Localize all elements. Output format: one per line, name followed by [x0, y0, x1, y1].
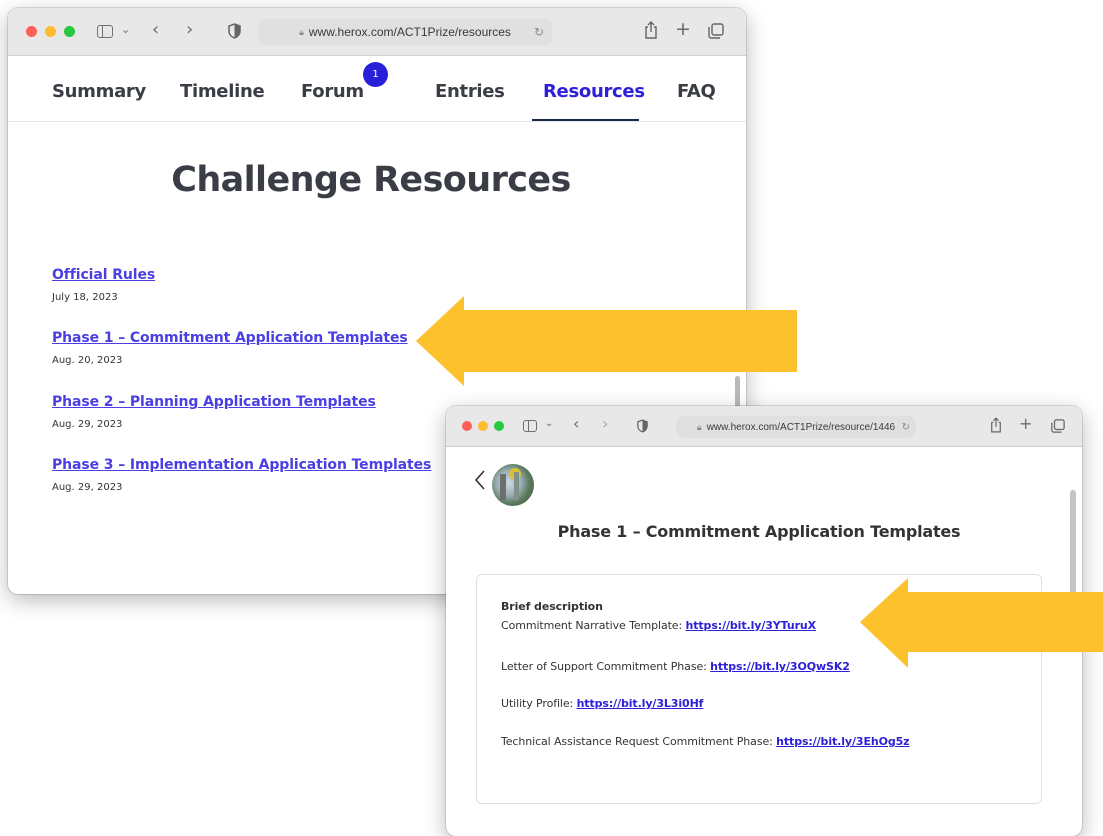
tab-timeline[interactable]: Timeline	[180, 81, 265, 102]
resource-item-link[interactable]: https://bit.ly/3YTuruX	[686, 619, 817, 632]
lock-icon: 🔒︎	[299, 26, 304, 37]
resource-item-label: Technical Assistance Request Commitment …	[501, 735, 773, 748]
minimize-window-button[interactable]	[478, 421, 488, 431]
browser-toolbar: ⌄ ‹ › 🔒︎ www.herox.com/ACT1Prize/resourc…	[8, 8, 746, 56]
tab-faq[interactable]: FAQ	[677, 81, 716, 102]
sidebar-icon[interactable]	[97, 25, 113, 38]
tab-resources[interactable]: Resources	[543, 81, 645, 102]
share-icon[interactable]	[644, 21, 658, 39]
resource-item-link[interactable]: https://bit.ly/3OQwSK2	[710, 660, 850, 673]
resource-link-phase-2[interactable]: Phase 2 – Planning Application Templates	[52, 394, 376, 410]
minimize-window-button[interactable]	[45, 26, 56, 37]
address-bar[interactable]: 🔒︎ www.herox.com/ACT1Prize/resource/1446…	[676, 416, 916, 438]
resource-item: Letter of Support Commitment Phase: http…	[501, 660, 850, 673]
challenge-avatar	[492, 464, 534, 506]
back-chevron-icon[interactable]	[472, 468, 488, 492]
lock-icon: 🔒︎	[696, 421, 702, 432]
resource-link-phase-1[interactable]: Phase 1 – Commitment Application Templat…	[52, 330, 408, 346]
resource-link-official-rules[interactable]: Official Rules	[52, 267, 155, 283]
resource-item: Commitment Narrative Template: https://b…	[501, 619, 816, 632]
shield-icon[interactable]	[228, 23, 241, 39]
resource-date: July 18, 2023	[52, 292, 118, 303]
zoom-window-button[interactable]	[494, 421, 504, 431]
chevron-down-icon[interactable]: ⌄	[545, 419, 553, 429]
forward-icon[interactable]: ›	[186, 21, 193, 39]
resource-date: Aug. 29, 2023	[52, 419, 123, 430]
chevron-down-icon[interactable]: ⌄	[121, 24, 130, 35]
tab-summary[interactable]: Summary	[52, 81, 146, 102]
highlight-arrow	[416, 296, 797, 386]
url-text: www.herox.com/ACT1Prize/resources	[308, 25, 511, 39]
close-window-button[interactable]	[462, 421, 472, 431]
close-window-button[interactable]	[26, 26, 37, 37]
reload-icon[interactable]: ↻	[902, 422, 910, 433]
share-icon[interactable]	[990, 417, 1002, 433]
forum-notification-badge: 1	[363, 62, 388, 87]
resource-item-label: Commitment Narrative Template:	[501, 619, 683, 632]
back-icon[interactable]: ‹	[573, 416, 579, 432]
resource-link-phase-3[interactable]: Phase 3 – Implementation Application Tem…	[52, 457, 431, 473]
resource-item-label: Utility Profile:	[501, 697, 574, 710]
url-text: www.herox.com/ACT1Prize/resource/1446	[706, 421, 896, 433]
back-icon[interactable]: ‹	[152, 21, 159, 39]
card-heading: Brief description	[501, 600, 603, 613]
resource-item-link[interactable]: https://bit.ly/3EhOg5z	[776, 735, 909, 748]
active-tab-indicator	[532, 119, 639, 121]
resource-title: Phase 1 – Commitment Application Templat…	[557, 522, 961, 541]
resource-item-link[interactable]: https://bit.ly/3L3i0Hf	[577, 697, 704, 710]
plus-icon[interactable]: +	[1019, 416, 1032, 432]
resource-item: Utility Profile: https://bit.ly/3L3i0Hf	[501, 697, 703, 710]
forward-icon[interactable]: ›	[602, 416, 608, 432]
zoom-window-button[interactable]	[64, 26, 75, 37]
address-bar[interactable]: 🔒︎ www.herox.com/ACT1Prize/resources ↻	[258, 19, 552, 45]
shield-icon[interactable]	[637, 419, 648, 433]
tabs-icon[interactable]	[1051, 419, 1065, 433]
resource-date: Aug. 20, 2023	[52, 355, 123, 366]
resource-item-label: Letter of Support Commitment Phase:	[501, 660, 707, 673]
plus-icon[interactable]: +	[675, 20, 691, 39]
tab-entries[interactable]: Entries	[435, 81, 505, 102]
page-title: Challenge Resources	[171, 160, 571, 200]
highlight-arrow	[860, 578, 1103, 668]
browser-toolbar: ⌄ ‹ › 🔒︎ www.herox.com/ACT1Prize/resourc…	[446, 406, 1082, 447]
resource-item: Technical Assistance Request Commitment …	[501, 735, 910, 748]
reload-icon[interactable]: ↻	[534, 25, 544, 39]
resource-date: Aug. 29, 2023	[52, 482, 123, 493]
sidebar-icon[interactable]	[523, 420, 537, 432]
tab-forum[interactable]: Forum	[301, 81, 364, 102]
tabs-icon[interactable]	[708, 23, 724, 39]
